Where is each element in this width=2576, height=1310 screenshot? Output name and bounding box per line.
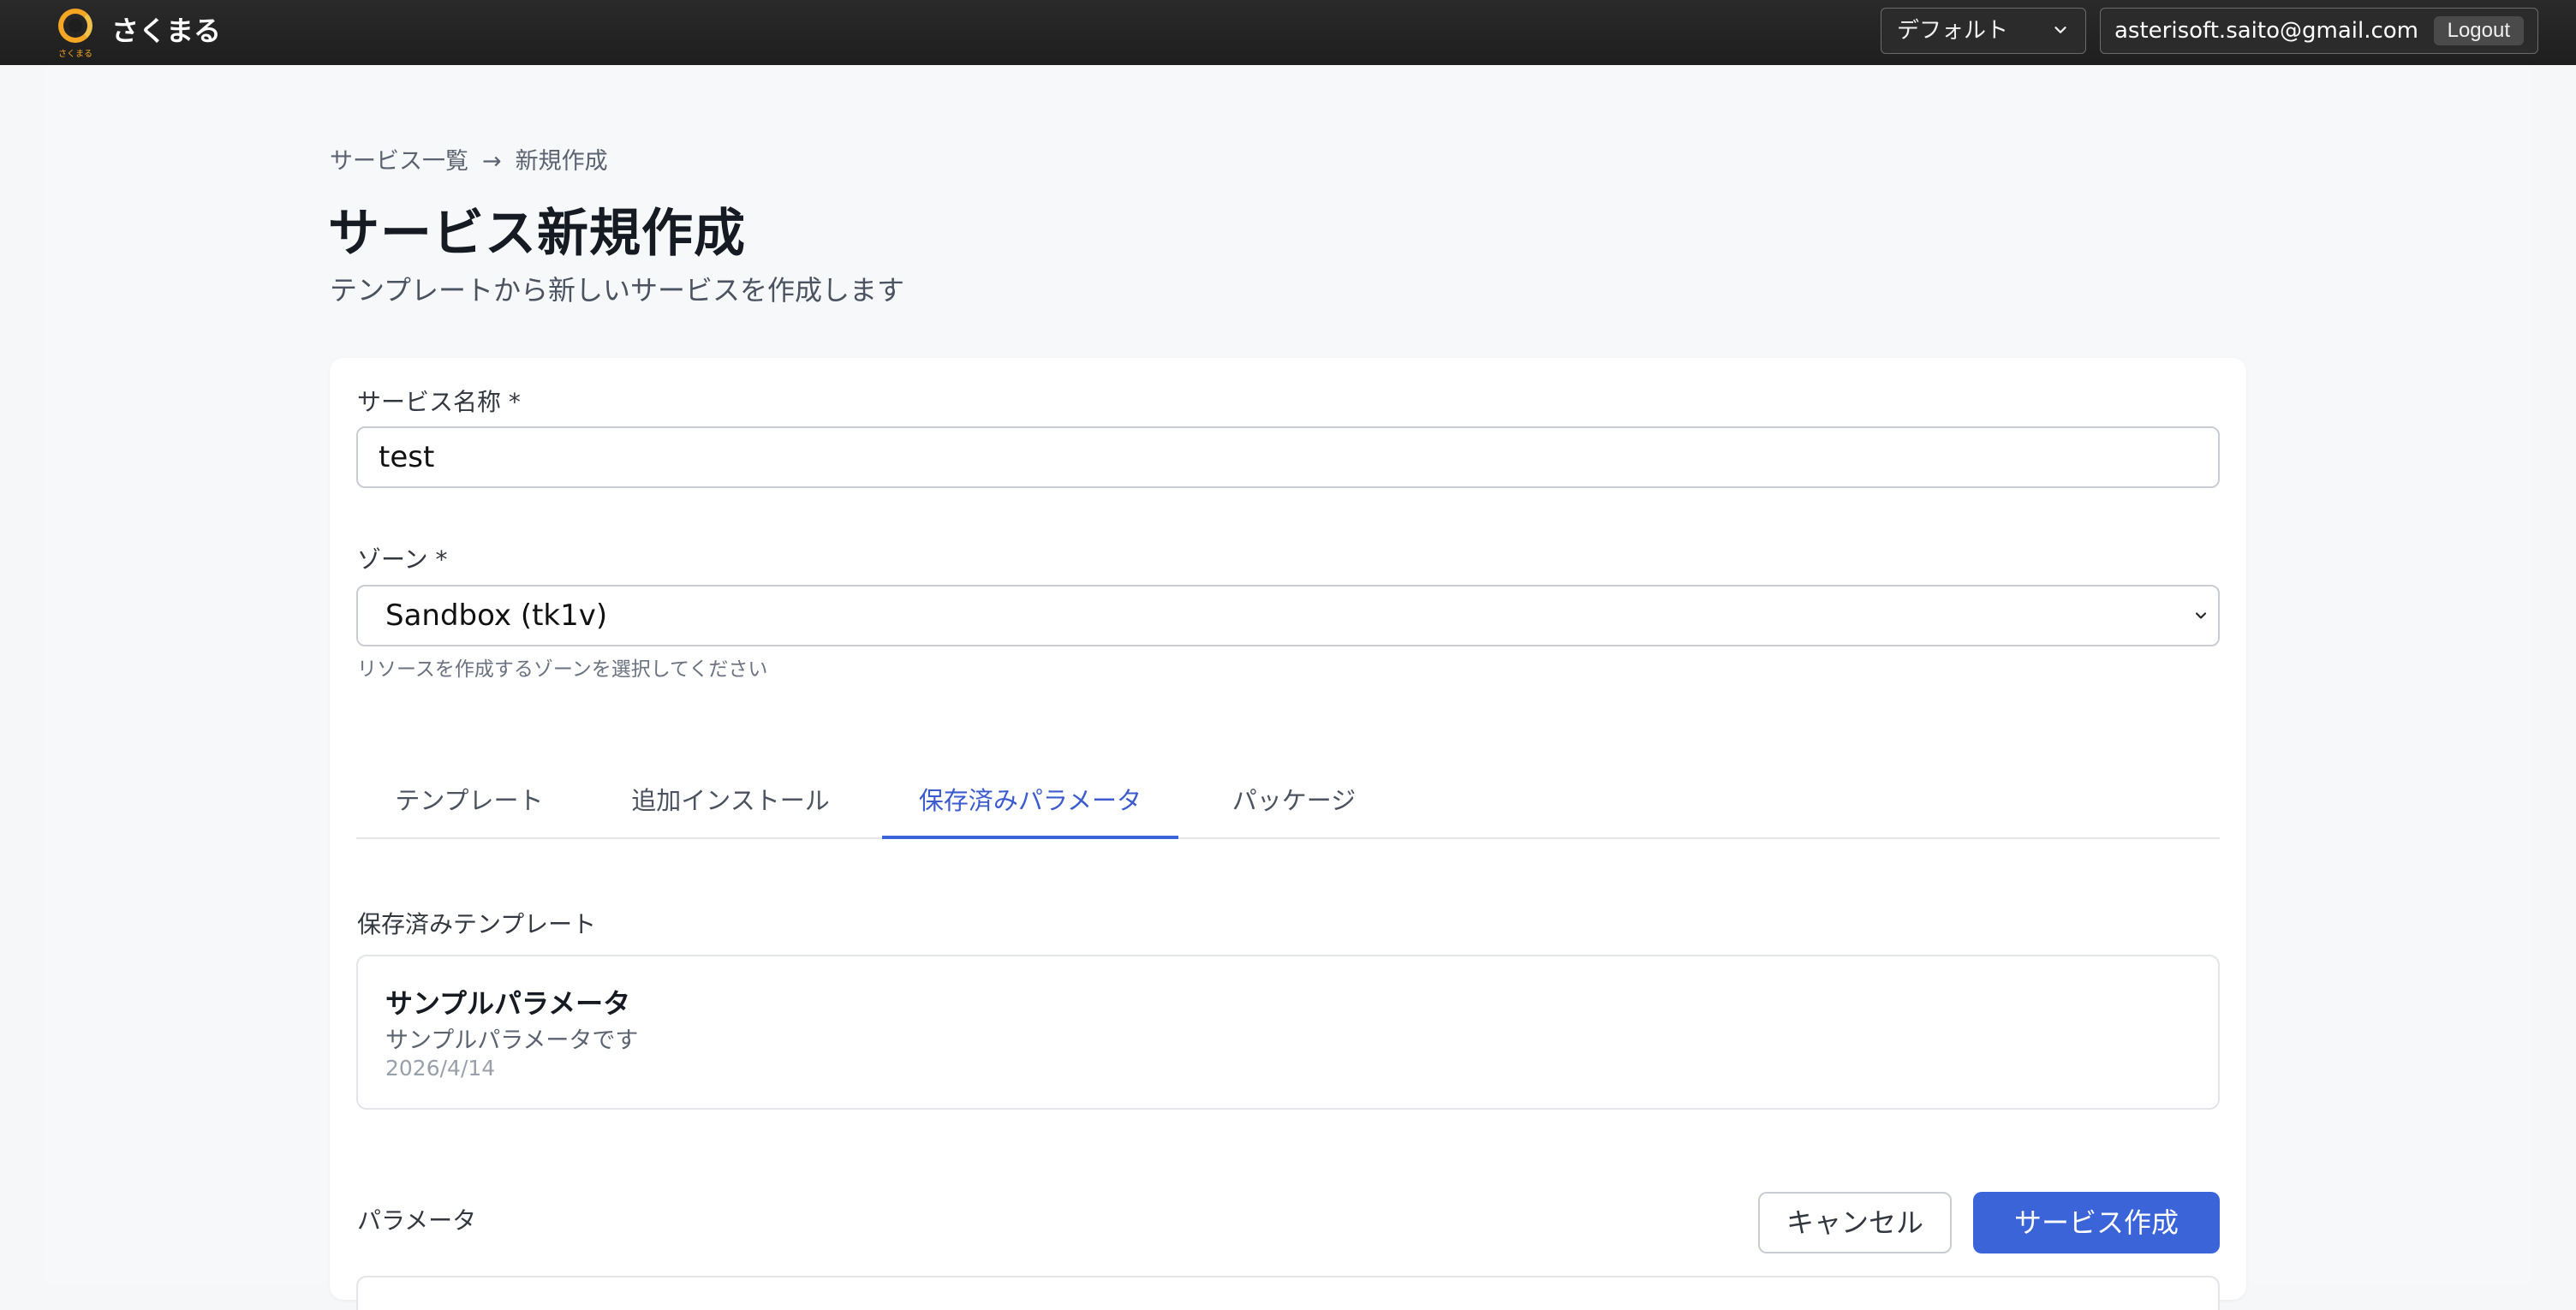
tab-additional-install[interactable]: 追加インストール [582,771,879,839]
service-name-label: サービス名称 * [357,388,521,416]
parameters-label: パラメータ [357,1206,477,1235]
organization-select-value: デフォルト [1897,18,2009,44]
logo-mark-icon [58,9,92,43]
chevron-down-icon [2054,27,2066,33]
chevron-down-icon [2195,612,2207,619]
logout-button[interactable]: Logout [2433,16,2524,45]
zone-select[interactable]: Sandbox (tk1v) [356,585,2220,646]
saved-template-description: サンプルパラメータです [385,1027,639,1054]
breadcrumb: サービス一覧 → 新規作成 [330,142,608,176]
tab-template[interactable]: テンプレート [356,771,582,839]
tab-saved-parameters[interactable]: 保存済みパラメータ [882,771,1178,839]
page-subtitle: テンプレートから新しいサービスを作成します [330,274,905,307]
breadcrumb-current: 新規作成 [515,148,608,175]
zone-help-text: リソースを作成するゾーンを選択してください [357,658,768,681]
brand-name[interactable]: さくまる [111,12,221,50]
zone-label: ゾーン * [357,545,448,574]
zone-select-value: Sandbox (tk1v) [385,598,608,633]
top-bar: さくまる さくまる デフォルト asterisoft.saito@gmail.c… [0,0,2576,65]
organization-select[interactable]: デフォルト [1881,8,2086,54]
logo-subtext: さくまる [58,50,92,59]
breadcrumb-service-list[interactable]: サービス一覧 [330,148,468,175]
saved-template-item[interactable]: サンプルパラメータ サンプルパラメータです 2026/4/14 [356,955,2220,1110]
service-name-input[interactable]: test [356,426,2220,488]
tab-bar: テンプレート 追加インストール 保存済みパラメータ パッケージ [356,771,2220,839]
saved-templates-label: 保存済みテンプレート [357,910,597,938]
cancel-button[interactable]: キャンセル [1758,1192,1952,1253]
saved-template-name: サンプルパラメータ [385,987,631,1020]
user-menu: asterisoft.saito@gmail.com Logout [2100,8,2538,54]
logo[interactable]: さくまる [55,7,94,59]
page-title: サービス新規作成 [328,204,746,264]
breadcrumb-arrow-icon: → [482,148,502,175]
tab-packages[interactable]: パッケージ [1178,771,1410,839]
user-email: asterisoft.saito@gmail.com [2114,18,2418,44]
create-service-button[interactable]: サービス作成 [1973,1192,2220,1253]
saved-template-date: 2026/4/14 [385,1056,496,1081]
parameters-editor[interactable] [356,1276,2220,1310]
